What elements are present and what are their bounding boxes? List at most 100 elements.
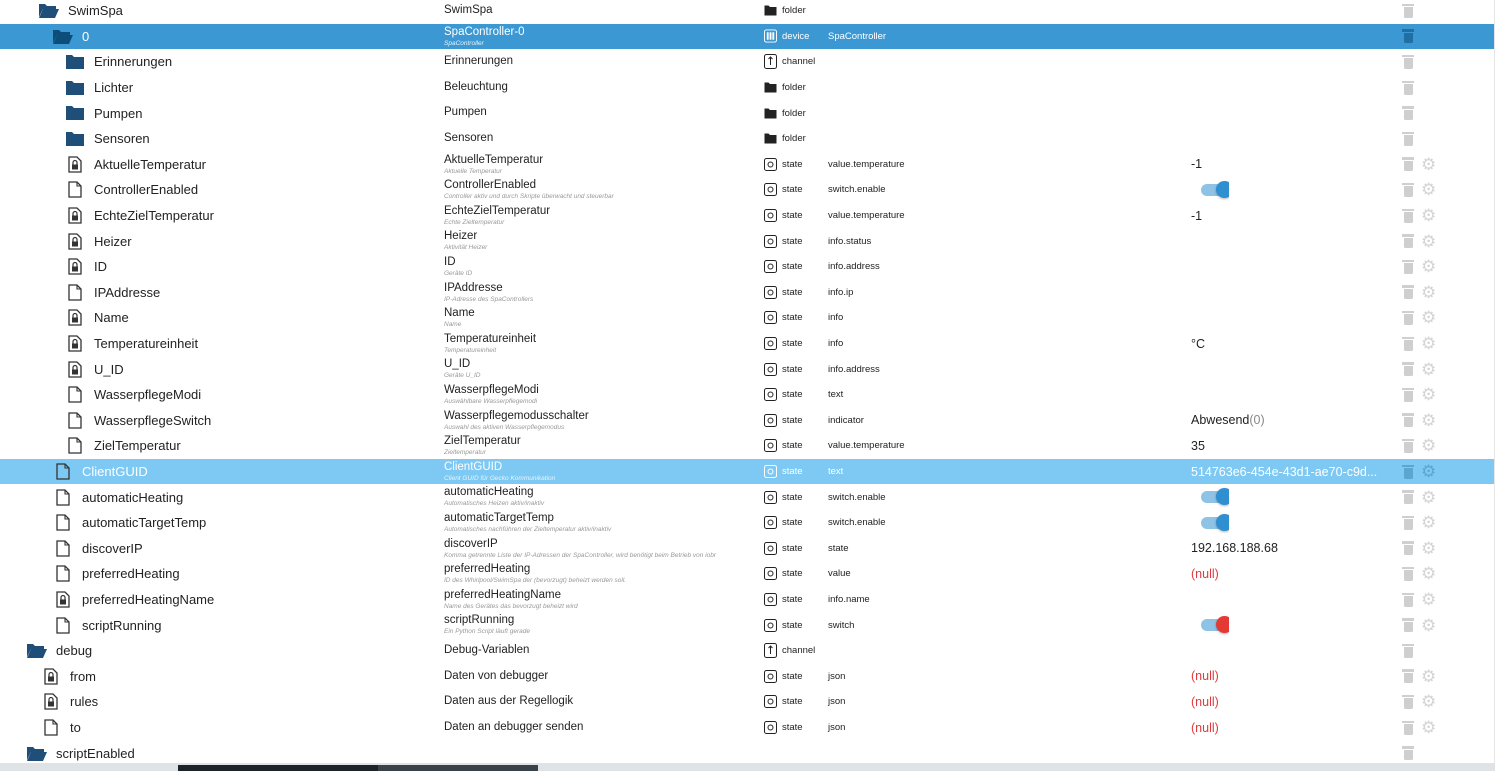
trash-icon[interactable] bbox=[1402, 720, 1414, 735]
tree-row[interactable]: discoverIP discoverIP Komma getrennte List… bbox=[0, 536, 1495, 562]
trash-icon[interactable] bbox=[1402, 515, 1414, 530]
trash-icon[interactable] bbox=[1402, 669, 1414, 684]
gear-icon[interactable]: ⚙ bbox=[1421, 181, 1436, 198]
tree-row[interactable]: Name Name Name state info ⚙ bbox=[0, 305, 1495, 331]
row-value-cell[interactable]: 35 bbox=[1191, 433, 1205, 459]
trash-icon[interactable] bbox=[1402, 387, 1414, 402]
row-name-cell[interactable]: Name bbox=[64, 305, 129, 331]
tree-row[interactable]: Sensoren Sensoren folder bbox=[0, 126, 1495, 152]
tree-row[interactable]: AktuelleTemperatur AktuelleTemperatur Aktu… bbox=[0, 152, 1495, 178]
tree-row[interactable]: Erinnerungen Erinnerungen channel bbox=[0, 49, 1495, 75]
row-name-cell[interactable]: U_ID bbox=[64, 356, 124, 382]
trash-icon[interactable] bbox=[1402, 131, 1414, 146]
gear-icon[interactable]: ⚙ bbox=[1421, 514, 1436, 531]
trash-icon[interactable] bbox=[1402, 618, 1414, 633]
trash-icon[interactable] bbox=[1402, 285, 1414, 300]
row-name-cell[interactable]: debug bbox=[26, 638, 92, 664]
gear-icon[interactable]: ⚙ bbox=[1421, 284, 1436, 301]
trash-icon[interactable] bbox=[1402, 54, 1414, 69]
gear-icon[interactable]: ⚙ bbox=[1421, 233, 1436, 250]
gear-icon[interactable]: ⚙ bbox=[1421, 361, 1436, 378]
row-value-cell[interactable]: 192.168.188.68 bbox=[1191, 536, 1278, 562]
row-name-cell[interactable]: to bbox=[40, 715, 81, 741]
trash-icon[interactable] bbox=[1402, 694, 1414, 709]
trash-icon[interactable] bbox=[1402, 259, 1414, 274]
folder-closed-icon[interactable] bbox=[64, 79, 86, 97]
trash-icon[interactable] bbox=[1402, 208, 1414, 223]
gear-icon[interactable]: ⚙ bbox=[1421, 693, 1436, 710]
tree-row[interactable]: WasserpflegeSwitch Wasserpflegemodusschal… bbox=[0, 408, 1495, 434]
trash-icon[interactable] bbox=[1402, 643, 1414, 658]
folder-closed-icon[interactable] bbox=[64, 53, 86, 71]
tree-row[interactable]: ControllerEnabled ControllerEnabled Contro… bbox=[0, 177, 1495, 203]
tree-row[interactable]: preferredHeatingName preferredHeatingName… bbox=[0, 587, 1495, 613]
folder-open-icon[interactable] bbox=[26, 642, 48, 660]
tree-row[interactable]: debug Debug-Variablen channel bbox=[0, 638, 1495, 664]
row-value-cell[interactable]: -1 bbox=[1191, 203, 1202, 229]
row-value-cell[interactable] bbox=[1191, 510, 1229, 536]
row-value-cell[interactable]: °C bbox=[1191, 331, 1205, 357]
row-value-cell[interactable]: (null) bbox=[1191, 664, 1219, 690]
row-name-cell[interactable]: ZielTemperatur bbox=[64, 433, 181, 459]
folder-closed-icon[interactable] bbox=[64, 104, 86, 122]
trash-icon[interactable] bbox=[1402, 592, 1414, 607]
gear-icon[interactable]: ⚙ bbox=[1421, 540, 1436, 557]
row-name-cell[interactable]: 0 bbox=[52, 24, 89, 50]
row-name-cell[interactable]: rules bbox=[40, 689, 98, 715]
value-toggle[interactable] bbox=[1201, 616, 1229, 634]
trash-icon[interactable] bbox=[1402, 541, 1414, 556]
row-value-cell[interactable]: Abwesend (0) bbox=[1191, 408, 1265, 434]
row-name-cell[interactable]: WasserpflegeSwitch bbox=[64, 408, 211, 434]
row-name-cell[interactable]: ControllerEnabled bbox=[64, 177, 198, 203]
row-name-cell[interactable]: preferredHeatingName bbox=[52, 587, 214, 613]
row-name-cell[interactable]: from bbox=[40, 664, 96, 690]
gear-icon[interactable]: ⚙ bbox=[1421, 412, 1436, 429]
tree-row[interactable]: WasserpflegeModi WasserpflegeModi Auswählb… bbox=[0, 382, 1495, 408]
trash-icon[interactable] bbox=[1402, 310, 1414, 325]
value-toggle[interactable] bbox=[1201, 180, 1229, 198]
trash-icon[interactable] bbox=[1402, 157, 1414, 172]
trash-icon[interactable] bbox=[1402, 566, 1414, 581]
trash-icon[interactable] bbox=[1402, 413, 1414, 428]
trash-icon[interactable] bbox=[1402, 29, 1414, 44]
row-name-cell[interactable]: Lichter bbox=[64, 75, 133, 101]
value-toggle[interactable] bbox=[1201, 513, 1229, 531]
tree-row[interactable]: Lichter Beleuchtung folder bbox=[0, 75, 1495, 101]
trash-icon[interactable] bbox=[1402, 106, 1414, 121]
gear-icon[interactable]: ⚙ bbox=[1421, 335, 1436, 352]
gear-icon[interactable]: ⚙ bbox=[1421, 591, 1436, 608]
tree-row[interactable]: IPAddresse IPAddresse IP-Adresse des SpaCo… bbox=[0, 280, 1495, 306]
tree-row[interactable]: Temperatureinheit Temperatureinheit Temper… bbox=[0, 331, 1495, 357]
gear-icon[interactable]: ⚙ bbox=[1421, 437, 1436, 454]
row-name-cell[interactable]: Sensoren bbox=[64, 126, 150, 152]
gear-icon[interactable]: ⚙ bbox=[1421, 617, 1436, 634]
row-value-cell[interactable]: 514763e6-454e-43d1-ae70-c9d... bbox=[1191, 459, 1377, 485]
row-value-cell[interactable]: (null) bbox=[1191, 715, 1219, 741]
row-name-cell[interactable]: Temperatureinheit bbox=[64, 331, 198, 357]
gear-icon[interactable]: ⚙ bbox=[1421, 309, 1436, 326]
trash-icon[interactable] bbox=[1402, 336, 1414, 351]
gear-icon[interactable]: ⚙ bbox=[1421, 258, 1436, 275]
tree-row[interactable]: automaticHeating automaticHeating Automati… bbox=[0, 484, 1495, 510]
row-value-cell[interactable]: (null) bbox=[1191, 689, 1219, 715]
row-name-cell[interactable]: AktuelleTemperatur bbox=[64, 152, 206, 178]
tree-row[interactable]: Pumpen Pumpen folder bbox=[0, 100, 1495, 126]
tree-row[interactable]: ID ID Geräte ID state info.address ⚙ bbox=[0, 254, 1495, 280]
horizontal-scrollbar[interactable] bbox=[0, 763, 1495, 771]
row-name-cell[interactable]: ClientGUID bbox=[52, 459, 148, 485]
trash-icon[interactable] bbox=[1402, 182, 1414, 197]
row-value-cell[interactable] bbox=[1191, 484, 1229, 510]
gear-icon[interactable]: ⚙ bbox=[1421, 207, 1436, 224]
tree-row[interactable]: EchteZielTemperatur EchteZielTemperatur Ec… bbox=[0, 203, 1495, 229]
trash-icon[interactable] bbox=[1402, 234, 1414, 249]
tree-row[interactable]: from Daten von debugger state json (null) ⚙ bbox=[0, 664, 1495, 690]
tree-row[interactable]: to Daten an debugger senden state json (null… bbox=[0, 715, 1495, 741]
value-toggle[interactable] bbox=[1201, 488, 1229, 506]
gear-icon[interactable]: ⚙ bbox=[1421, 463, 1436, 480]
row-value-cell[interactable] bbox=[1191, 612, 1229, 638]
trash-icon[interactable] bbox=[1402, 490, 1414, 505]
row-value-cell[interactable]: -1 bbox=[1191, 152, 1202, 178]
folder-open-icon[interactable] bbox=[52, 27, 74, 45]
row-value-cell[interactable] bbox=[1191, 177, 1229, 203]
tree-row[interactable]: preferredHeating preferredHeating ID des W… bbox=[0, 561, 1495, 587]
